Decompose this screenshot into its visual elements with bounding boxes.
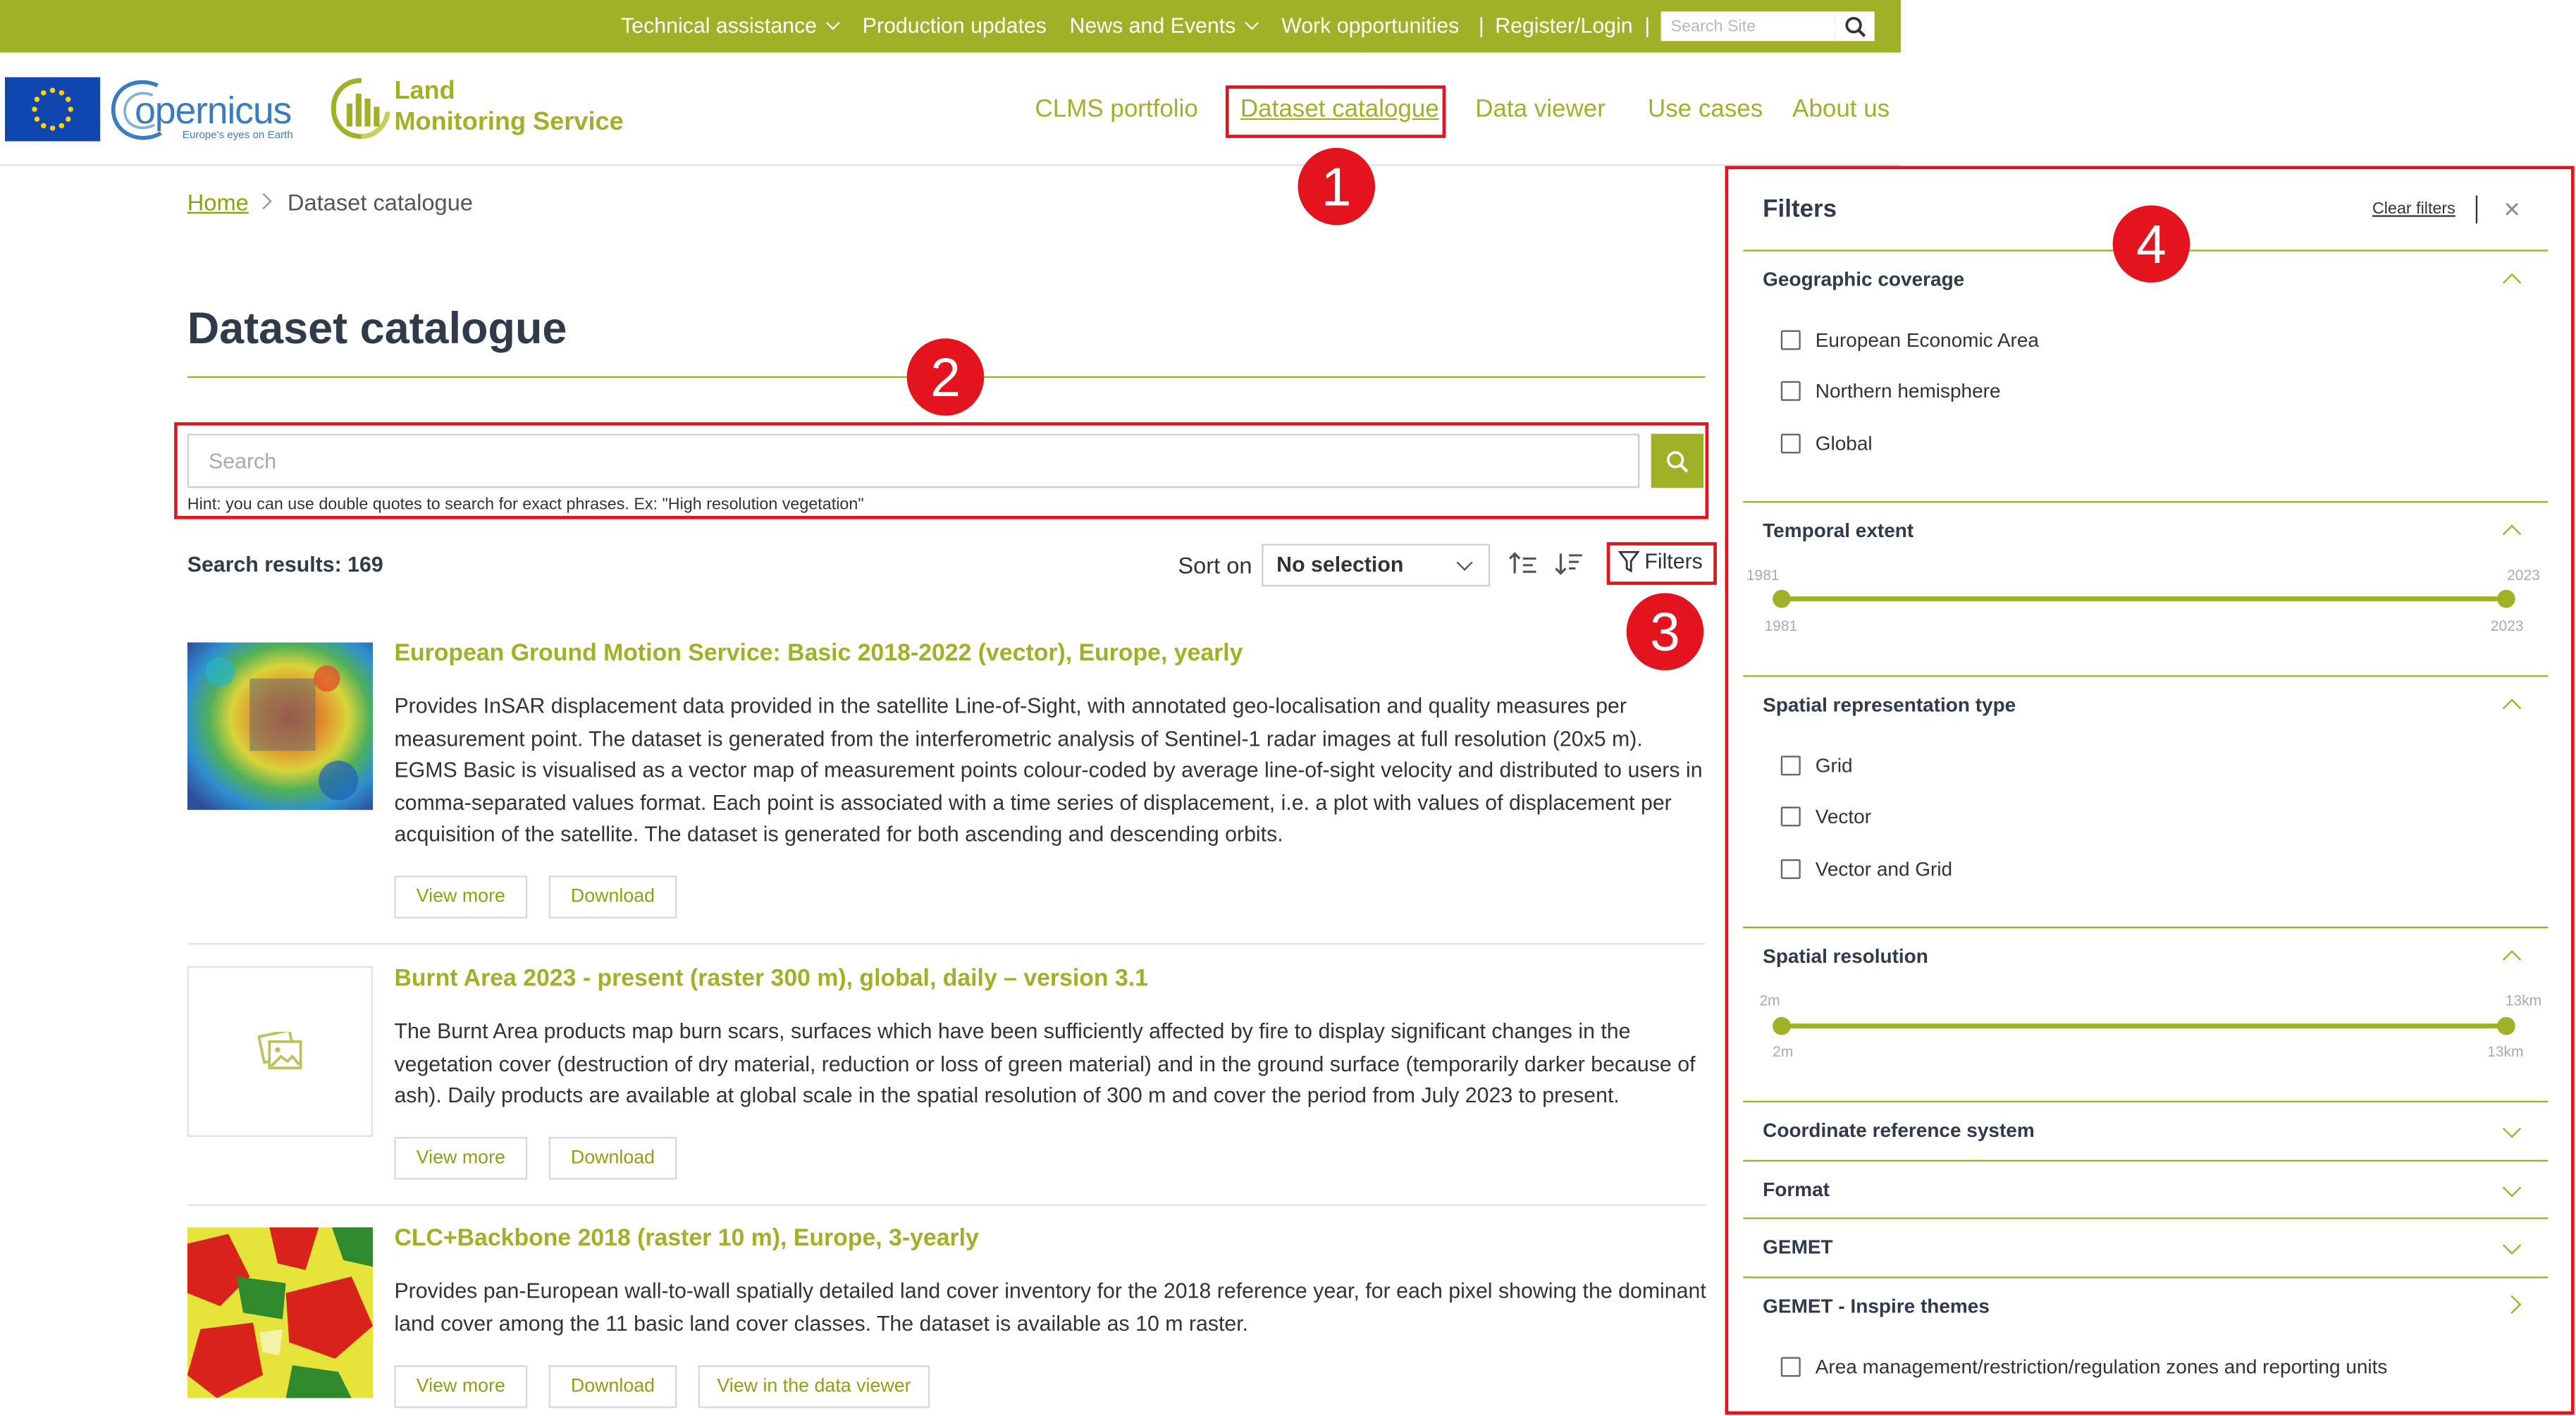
topnav-technical-assistance[interactable]: Technical assistance bbox=[621, 0, 841, 53]
sort-ascending-icon[interactable] bbox=[1508, 550, 1538, 577]
chevron-down-icon bbox=[1245, 16, 1259, 30]
dataset-divider bbox=[187, 942, 1706, 945]
dataset-description: Provides InSAR displacement data provide… bbox=[394, 693, 1703, 847]
nav-use-cases[interactable]: Use cases bbox=[1648, 95, 1763, 123]
sort-descending-icon[interactable] bbox=[1554, 550, 1584, 577]
view-more-button[interactable]: View more bbox=[394, 1137, 528, 1180]
nav-clms-portfolio[interactable]: CLMS portfolio bbox=[1035, 95, 1198, 123]
view-more-button[interactable]: View more bbox=[394, 1365, 528, 1408]
annotation-marker-4: 4 bbox=[2112, 205, 2190, 283]
topnav-work-opportunities[interactable]: Work opportunities bbox=[1281, 0, 1459, 53]
annotation-box-filters bbox=[1606, 542, 1717, 585]
annotation-marker-3: 3 bbox=[1626, 593, 1704, 671]
dataset-title[interactable]: European Ground Motion Service: Basic 20… bbox=[394, 641, 1243, 667]
top-utility-bar: Technical assistance Production updates … bbox=[0, 0, 1901, 53]
annotation-box-search bbox=[174, 422, 1709, 519]
dataset-description: Provides pan-European wall-to-wall spati… bbox=[394, 1278, 1706, 1336]
breadcrumb-home[interactable]: Home bbox=[187, 189, 249, 215]
topnav-label: Technical assistance bbox=[621, 13, 818, 38]
chevron-down-icon bbox=[826, 16, 841, 30]
lms-wordmark-line1: Land bbox=[394, 77, 455, 106]
dataset-description: The Burnt Area products map burn scars, … bbox=[394, 1018, 1696, 1108]
breadcrumb-current: Dataset catalogue bbox=[287, 189, 474, 216]
topnav-separator: | bbox=[1478, 13, 1484, 38]
annotation-marker-1: 1 bbox=[1298, 147, 1376, 226]
annotation-box-dataset-catalogue bbox=[1225, 85, 1446, 138]
topnav-register-login[interactable]: Register/Login bbox=[1495, 0, 1632, 53]
lms-wordmark-line2: Monitoring Service bbox=[394, 108, 624, 137]
dataset-thumbnail[interactable] bbox=[187, 642, 374, 811]
page: Technical assistance Production updates … bbox=[0, 0, 2576, 1416]
chevron-down-icon bbox=[1456, 554, 1473, 571]
eu-flag-icon bbox=[4, 77, 101, 142]
copernicus-wordmark: opernicus bbox=[135, 88, 292, 132]
dataset-title[interactable]: Burnt Area 2023 - present (raster 300 m)… bbox=[394, 966, 1147, 992]
chevron-right-icon bbox=[255, 193, 272, 210]
search-results-count: Search results: 169 bbox=[187, 552, 383, 577]
nav-data-viewer[interactable]: Data viewer bbox=[1475, 95, 1606, 123]
nav-about-us[interactable]: About us bbox=[1792, 95, 1890, 123]
view-more-button[interactable]: View more bbox=[394, 875, 528, 919]
page-title: Dataset catalogue bbox=[187, 304, 567, 354]
download-button[interactable]: Download bbox=[548, 1365, 677, 1408]
lms-wordmark: Land Monitoring Service bbox=[394, 75, 623, 138]
dataset-divider bbox=[187, 1204, 1706, 1206]
topnav-label: Work opportunities bbox=[1281, 13, 1460, 38]
download-button[interactable]: Download bbox=[548, 875, 677, 919]
image-placeholder-icon bbox=[257, 1031, 302, 1070]
topnav-news-events[interactable]: News and Events bbox=[1069, 0, 1259, 53]
site-search-button[interactable] bbox=[1835, 11, 1875, 42]
lms-logo-icon[interactable] bbox=[328, 75, 394, 141]
sort-label: Sort on bbox=[1178, 552, 1252, 579]
topnav-label: Production updates bbox=[862, 13, 1047, 38]
topnav-separator: | bbox=[1644, 13, 1651, 38]
annotation-box-filter-panel bbox=[1725, 166, 2575, 1415]
dataset-thumbnail[interactable] bbox=[187, 966, 374, 1138]
topnav-production-updates[interactable]: Production updates bbox=[863, 0, 1047, 53]
download-button[interactable]: Download bbox=[548, 1137, 677, 1180]
view-in-data-viewer-button[interactable]: View in the data viewer bbox=[698, 1365, 930, 1408]
site-search-input[interactable] bbox=[1660, 11, 1835, 42]
header-divider bbox=[0, 164, 1901, 166]
annotation-marker-2: 2 bbox=[906, 338, 985, 416]
sort-select-value: No selection bbox=[1276, 552, 1404, 577]
topnav-label: News and Events bbox=[1069, 13, 1236, 38]
copernicus-tagline: Europe's eyes on Earth bbox=[182, 130, 293, 142]
search-icon bbox=[1844, 16, 1866, 37]
dataset-thumbnail[interactable] bbox=[187, 1227, 374, 1398]
dataset-title[interactable]: CLC+Backbone 2018 (raster 10 m), Europe,… bbox=[394, 1226, 978, 1252]
sort-select[interactable]: No selection bbox=[1262, 543, 1491, 587]
topnav-label: Register/Login bbox=[1495, 13, 1633, 38]
